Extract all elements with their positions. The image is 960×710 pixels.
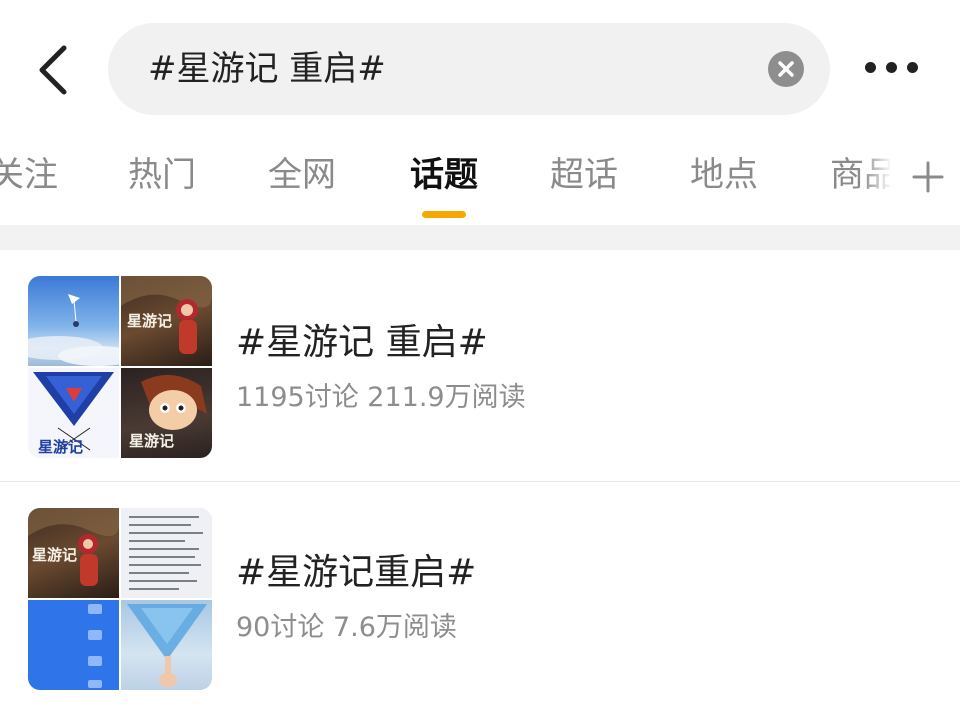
add-tab-button[interactable] [890, 135, 960, 225]
search-input[interactable]: #星游记 重启# [108, 23, 830, 115]
chevron-left-icon [39, 45, 67, 95]
active-tab-indicator [422, 211, 466, 218]
back-button[interactable] [30, 40, 80, 100]
topic-result-item[interactable]: 星游记 星游记 星游记 #星游记 重启# 1195讨论 211.9万阅读 [0, 250, 960, 482]
thumbnail-image: 星游记 [28, 508, 119, 598]
tab-hot[interactable]: 热门 [128, 153, 196, 197]
thumbnail-logo-text: 星游记 [129, 432, 174, 450]
clear-circle-icon [778, 61, 794, 77]
top-bar: #星游记 重启# [0, 0, 960, 135]
thumbnail-image [121, 508, 212, 598]
clear-search-button[interactable] [768, 51, 804, 87]
plus-icon [912, 161, 944, 193]
tab-follow[interactable]: 关注 [0, 153, 58, 197]
tabs-fade [862, 135, 892, 225]
thumbnail-logo-text: 星游记 [127, 312, 172, 330]
section-separator [0, 225, 960, 250]
thumbnail-image [121, 600, 212, 690]
search-query-text: #星游记 重启# [148, 49, 386, 89]
thumbnail-image: 星游记 [121, 276, 212, 366]
thumbnail-logo-text: 星游记 [38, 438, 83, 456]
thumbnail-image [28, 276, 119, 366]
topic-thumbnail-grid: 星游记 星游记 星游记 [28, 276, 212, 458]
tab-places[interactable]: 地点 [690, 153, 758, 197]
tab-super-topic[interactable]: 超话 [550, 153, 618, 197]
search-tabs: 关注 热门 全网 话题 超话 地点 商品 [0, 135, 960, 225]
topic-title: #星游记重启# [236, 552, 477, 593]
tab-topics[interactable]: 话题 [410, 153, 478, 197]
topic-stats: 1195讨论 211.9万阅读 [236, 382, 526, 413]
topic-stats: 90讨论 7.6万阅读 [236, 612, 457, 643]
topic-result-item[interactable]: 星游记 #星游记重启# 90讨论 7.6万阅读 [0, 482, 960, 710]
topic-thumbnail-grid: 星游记 [28, 508, 212, 690]
thumbnail-image [28, 600, 119, 690]
topic-title: #星游记 重启# [236, 322, 488, 363]
thumbnail-image: 星游记 [28, 368, 119, 458]
more-options-button[interactable] [862, 58, 922, 78]
thumbnail-logo-text: 星游记 [32, 546, 77, 564]
tab-web[interactable]: 全网 [268, 153, 336, 197]
thumbnail-image: 星游记 [121, 368, 212, 458]
